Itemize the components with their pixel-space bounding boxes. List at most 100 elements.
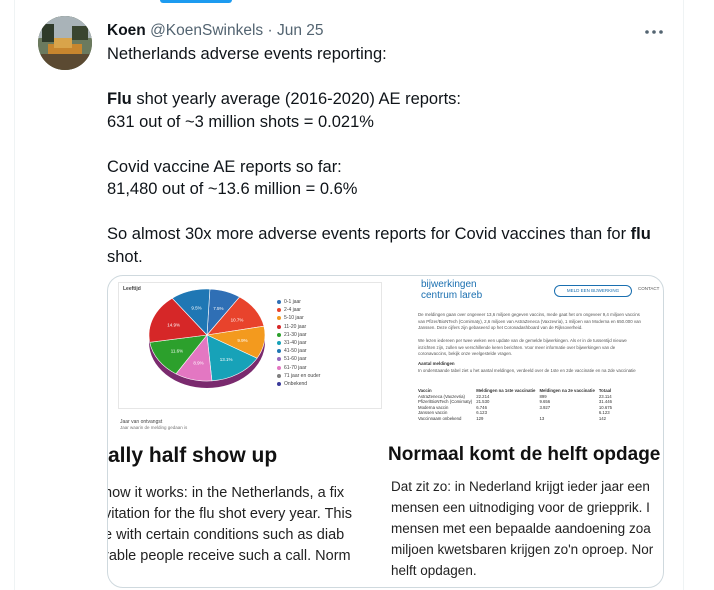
table-cell: 23.114 <box>598 393 612 399</box>
right-headline: Normaal komt de helft opdage <box>388 444 661 465</box>
table-cell: 22.214 <box>476 393 490 399</box>
right-body-line: miljoen kwetsbaren krijgen zo'n oproep. … <box>391 542 654 557</box>
table-cell: AstraZeneca (Vaxzevria) <box>418 393 465 399</box>
table-cell: 899 <box>539 393 547 399</box>
table-cell: Janssen vaccin <box>418 410 448 415</box>
table-header: Vaccin <box>418 388 432 393</box>
more-dots-icon <box>645 30 663 34</box>
update-paragraph-line: We lezen iedereen per twee weken een upd… <box>418 338 627 343</box>
pie-slice-label: 11.6% <box>171 349 183 354</box>
legend-label: 21-30 jaar <box>284 331 307 338</box>
pie-chart: 7.5% 10.7% 9.9% 13.1% 8.9% 11.6% 14.9% 9.5% <box>148 288 266 388</box>
ae-reports-table: Vaccin Meldingen na 1ste vaccinatie Meldin… <box>418 388 616 421</box>
left-body-line: rable people receive such a call. Norm <box>108 548 351 564</box>
table-cell <box>539 410 598 416</box>
section-text: In onderstaande tabel ziet u het aantal … <box>418 368 636 373</box>
media-divider <box>385 276 387 587</box>
tweet-line: Covid vaccine AE reports so far: <box>107 157 342 176</box>
pie-slice-label: 10.7% <box>231 317 244 322</box>
avatar[interactable] <box>38 16 92 70</box>
tweet-line: 81,480 out of ~13.6 million = 0.6% <box>107 180 358 198</box>
chart-legend: 0-1 jaar 2-4 jaar 5-10 jaar 11-20 jaar 21-30… <box>277 299 320 389</box>
tweet-line-rest: shot yearly average (2016-2020) AE repor… <box>131 90 462 108</box>
right-body-line: mensen met een bepaalde aandoening zoa <box>391 521 651 536</box>
table-cell: 142 <box>598 415 607 421</box>
table-header: Totaal <box>598 388 612 393</box>
intro-paragraph-line: Janssen. Deze cijfers zijn gebaseerd op … <box>418 325 583 330</box>
bold-word: Flu <box>107 90 132 108</box>
legend-swatch <box>277 316 281 321</box>
pie-slice-label: 7.5% <box>213 306 223 311</box>
legend-item: 61-70 jaar <box>277 365 320 371</box>
legend-label: 31-40 jaar <box>284 339 307 346</box>
logo-line-2: centrum lareb <box>421 290 483 301</box>
right-body-line: helft opdagen. <box>391 563 477 578</box>
tweet-line: So almost 30x more adverse events report… <box>107 223 657 246</box>
left-body-line: e with certain conditions such as diab <box>108 527 345 543</box>
table-cell: 31.446 <box>598 399 612 404</box>
report-side-effect-button[interactable]: MELD EEN BIJWERKING <box>554 285 632 297</box>
legend-item: 2-4 jaar <box>277 307 320 313</box>
table-cell: 9.656 <box>539 399 551 404</box>
legend-swatch <box>277 340 281 345</box>
legend-label: 11-20 jaar <box>284 323 307 330</box>
update-paragraph-line: inzichten zijn, zullen we verschillende … <box>418 344 616 350</box>
legend-swatch <box>277 300 281 304</box>
legend-item: 21-30 jaar <box>277 332 320 338</box>
lareb-logo: bijwerkingen centrum lareb <box>421 279 482 301</box>
legend-label: 61-70 jaar <box>284 364 307 371</box>
legend-label: 71 jaar en ouder <box>284 372 321 379</box>
right-body-line: Dat zit zo: in Nederland krijgt ieder ja… <box>391 479 650 494</box>
chart-footer-sub: Jaar waarin de melding gedaan is <box>120 425 188 430</box>
pie-slice-label: 9.9% <box>237 338 247 343</box>
table-header: Meldingen na 2e vaccinatie <box>539 388 595 393</box>
legend-swatch <box>277 357 281 362</box>
media-image-left[interactable]: Leeftijd 7.5% 10.7% 9.9% 13.1% 8.9% 11.6% 14.9… <box>108 276 385 587</box>
legend-item: 0-1 jaar <box>277 299 320 305</box>
table-cell: 10.675 <box>598 404 612 410</box>
tweet-line: Flu shot yearly average (2016-2020) AE r… <box>107 88 657 111</box>
legend-swatch <box>277 381 281 386</box>
table-cell: Pfizer/BioNTech (Comirnaty) <box>418 399 473 404</box>
legend-swatch <box>277 373 281 378</box>
table-row: Moderna vaccin 6.746 3.927 10.675 <box>418 405 616 411</box>
table-cell: 13 <box>539 415 545 421</box>
legend-label: Onbekend <box>284 380 308 387</box>
contact-link[interactable]: CONTACT <box>638 286 659 291</box>
legend-label: 2-4 jaar <box>284 307 301 314</box>
left-headline: ally half show up <box>108 444 278 467</box>
bold-word: flu <box>630 225 651 243</box>
legend-swatch <box>277 308 281 313</box>
tweet-line-part: So almost 30x more adverse events report… <box>107 225 631 243</box>
legend-item: 41-50 jaar <box>277 348 320 354</box>
author-handle[interactable]: @KoenSwinkels <box>150 22 263 39</box>
pie-slice-label: 8.9% <box>193 361 203 366</box>
table-cell: 3.927 <box>539 404 551 410</box>
legend-label: 51-60 jaar <box>284 356 307 363</box>
tweet-line: 631 out of ~3 million shots = 0.021% <box>107 112 374 131</box>
author-name[interactable]: Koen <box>107 22 146 39</box>
legend-label: 5-10 jaar <box>284 315 304 322</box>
header-separator: · <box>267 22 273 39</box>
intro-paragraph-line: De meldingen gaan over ongeveer 13,6 mil… <box>418 312 640 317</box>
update-paragraph-line: coronavaccins, bekijk onze veelgestelde … <box>418 351 513 356</box>
more-horizontal-icon[interactable] <box>644 24 664 35</box>
legend-item: 31-40 jaar <box>277 340 320 346</box>
pie-chart-panel: Leeftijd 7.5% 10.7% 9.9% 13.1% 8.9% 11.6% 14.9… <box>118 282 382 409</box>
legend-swatch <box>277 365 281 370</box>
intro-paragraph-line: van Pfizer/BioNTech (Comirnaty), 2,6 mil… <box>418 318 641 324</box>
table-row: Pfizer/BioNTech (Comirnaty) 21.530 9.656 31… <box>418 399 616 405</box>
table-cell: 21.530 <box>476 399 490 404</box>
table-row: Janssen vaccin 6.123 6.123 <box>418 410 616 416</box>
left-body-line: how it works: in the Netherlands, a fix <box>108 485 345 501</box>
tweet-line: Netherlands adverse events reporting: <box>107 45 387 63</box>
right-body-line: mensen een uitnodiging voor de griepprik… <box>391 500 650 515</box>
legend-item: 51-60 jaar <box>277 356 320 362</box>
pie-slice-label: 14.9% <box>167 322 180 327</box>
tweet-date[interactable]: Jun 25 <box>277 22 324 39</box>
tweet-media[interactable]: Leeftijd 7.5% 10.7% 9.9% 13.1% 8.9% 11.6% 14.9… <box>107 275 664 588</box>
legend-item: 11-20 jaar <box>277 324 320 330</box>
table-row: AstraZeneca (Vaxzevria) 22.214 899 23.114 <box>418 394 616 400</box>
legend-swatch <box>277 349 281 354</box>
left-body-line: vitation for the flu shot every year. Th… <box>108 506 352 522</box>
